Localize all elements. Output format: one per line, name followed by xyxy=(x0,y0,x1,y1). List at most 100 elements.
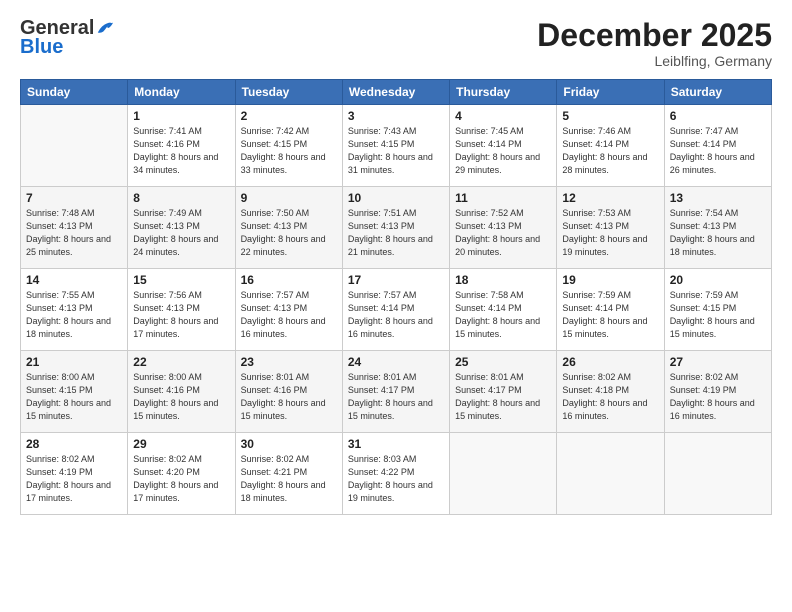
day-number: 5 xyxy=(562,109,658,123)
day-info: Sunrise: 8:01 AMSunset: 4:17 PMDaylight:… xyxy=(348,371,444,423)
day-info: Sunrise: 7:57 AMSunset: 4:13 PMDaylight:… xyxy=(241,289,337,341)
day-number: 7 xyxy=(26,191,122,205)
calendar-week-row: 1 Sunrise: 7:41 AMSunset: 4:16 PMDaylight… xyxy=(21,105,772,187)
day-number: 11 xyxy=(455,191,551,205)
calendar-cell: 24 Sunrise: 8:01 AMSunset: 4:17 PMDayligh… xyxy=(342,351,449,433)
day-info: Sunrise: 7:46 AMSunset: 4:14 PMDaylight:… xyxy=(562,125,658,177)
day-info: Sunrise: 8:02 AMSunset: 4:21 PMDaylight:… xyxy=(241,453,337,505)
header: General Blue December 2025 Leiblfing, Ge… xyxy=(20,18,772,69)
calendar-cell: 19 Sunrise: 7:59 AMSunset: 4:14 PMDayligh… xyxy=(557,269,664,351)
day-info: Sunrise: 7:43 AMSunset: 4:15 PMDaylight:… xyxy=(348,125,444,177)
logo-bird-icon xyxy=(96,19,114,37)
day-info: Sunrise: 8:02 AMSunset: 4:19 PMDaylight:… xyxy=(26,453,122,505)
day-info: Sunrise: 7:51 AMSunset: 4:13 PMDaylight:… xyxy=(348,207,444,259)
calendar-cell: 10 Sunrise: 7:51 AMSunset: 4:13 PMDayligh… xyxy=(342,187,449,269)
day-number: 30 xyxy=(241,437,337,451)
calendar-cell: 6Sunrise: 7:47 AMSunset: 4:14 PMDaylight… xyxy=(664,105,771,187)
calendar-cell: 20 Sunrise: 7:59 AMSunset: 4:15 PMDayligh… xyxy=(664,269,771,351)
logo-blue-text: Blue xyxy=(20,36,63,59)
calendar-cell: 18 Sunrise: 7:58 AMSunset: 4:14 PMDayligh… xyxy=(450,269,557,351)
day-number: 31 xyxy=(348,437,444,451)
day-info: Sunrise: 7:45 AMSunset: 4:14 PMDaylight:… xyxy=(455,125,551,177)
weekday-header-row: SundayMondayTuesdayWednesdayThursdayFrid… xyxy=(21,80,772,105)
calendar-cell: 31 Sunrise: 8:03 AMSunset: 4:22 PMDayligh… xyxy=(342,433,449,515)
calendar-cell: 7Sunrise: 7:48 AMSunset: 4:13 PMDaylight… xyxy=(21,187,128,269)
day-info: Sunrise: 7:49 AMSunset: 4:13 PMDaylight:… xyxy=(133,207,229,259)
day-number: 20 xyxy=(670,273,766,287)
day-number: 19 xyxy=(562,273,658,287)
day-info: Sunrise: 7:54 AMSunset: 4:13 PMDaylight:… xyxy=(670,207,766,259)
day-info: Sunrise: 8:02 AMSunset: 4:20 PMDaylight:… xyxy=(133,453,229,505)
day-number: 1 xyxy=(133,109,229,123)
day-number: 17 xyxy=(348,273,444,287)
day-number: 3 xyxy=(348,109,444,123)
day-info: Sunrise: 7:57 AMSunset: 4:14 PMDaylight:… xyxy=(348,289,444,341)
day-number: 12 xyxy=(562,191,658,205)
day-number: 2 xyxy=(241,109,337,123)
calendar-cell: 26Sunrise: 8:02 AMSunset: 4:18 PMDayligh… xyxy=(557,351,664,433)
day-number: 8 xyxy=(133,191,229,205)
day-info: Sunrise: 8:03 AMSunset: 4:22 PMDaylight:… xyxy=(348,453,444,505)
calendar-cell: 4Sunrise: 7:45 AMSunset: 4:14 PMDaylight… xyxy=(450,105,557,187)
day-info: Sunrise: 8:00 AMSunset: 4:15 PMDaylight:… xyxy=(26,371,122,423)
day-number: 15 xyxy=(133,273,229,287)
weekday-header-saturday: Saturday xyxy=(664,80,771,105)
day-info: Sunrise: 8:01 AMSunset: 4:16 PMDaylight:… xyxy=(241,371,337,423)
calendar-cell: 27Sunrise: 8:02 AMSunset: 4:19 PMDayligh… xyxy=(664,351,771,433)
calendar-week-row: 28 Sunrise: 8:02 AMSunset: 4:19 PMDayligh… xyxy=(21,433,772,515)
day-info: Sunrise: 7:53 AMSunset: 4:13 PMDaylight:… xyxy=(562,207,658,259)
calendar-cell xyxy=(450,433,557,515)
calendar-cell: 2Sunrise: 7:42 AMSunset: 4:15 PMDaylight… xyxy=(235,105,342,187)
day-number: 24 xyxy=(348,355,444,369)
day-info: Sunrise: 7:59 AMSunset: 4:15 PMDaylight:… xyxy=(670,289,766,341)
calendar-page: General Blue December 2025 Leiblfing, Ge… xyxy=(0,0,792,612)
day-number: 6 xyxy=(670,109,766,123)
calendar-cell: 15 Sunrise: 7:56 AMSunset: 4:13 PMDayligh… xyxy=(128,269,235,351)
day-number: 18 xyxy=(455,273,551,287)
calendar-cell: 13 Sunrise: 7:54 AMSunset: 4:13 PMDayligh… xyxy=(664,187,771,269)
calendar-cell: 17 Sunrise: 7:57 AMSunset: 4:14 PMDayligh… xyxy=(342,269,449,351)
day-info: Sunrise: 7:58 AMSunset: 4:14 PMDaylight:… xyxy=(455,289,551,341)
location: Leiblfing, Germany xyxy=(537,53,772,69)
day-number: 16 xyxy=(241,273,337,287)
calendar-cell xyxy=(21,105,128,187)
calendar-cell: 21Sunrise: 8:00 AMSunset: 4:15 PMDayligh… xyxy=(21,351,128,433)
weekday-header-wednesday: Wednesday xyxy=(342,80,449,105)
day-number: 28 xyxy=(26,437,122,451)
day-number: 29 xyxy=(133,437,229,451)
day-number: 26 xyxy=(562,355,658,369)
weekday-header-friday: Friday xyxy=(557,80,664,105)
day-info: Sunrise: 7:52 AMSunset: 4:13 PMDaylight:… xyxy=(455,207,551,259)
calendar-cell: 8 Sunrise: 7:49 AMSunset: 4:13 PMDaylight… xyxy=(128,187,235,269)
calendar-week-row: 14Sunrise: 7:55 AMSunset: 4:13 PMDayligh… xyxy=(21,269,772,351)
day-number: 13 xyxy=(670,191,766,205)
day-info: Sunrise: 8:00 AMSunset: 4:16 PMDaylight:… xyxy=(133,371,229,423)
day-number: 22 xyxy=(133,355,229,369)
calendar-cell: 11 Sunrise: 7:52 AMSunset: 4:13 PMDayligh… xyxy=(450,187,557,269)
day-number: 27 xyxy=(670,355,766,369)
calendar-table: SundayMondayTuesdayWednesdayThursdayFrid… xyxy=(20,79,772,515)
calendar-cell: 23 Sunrise: 8:01 AMSunset: 4:16 PMDayligh… xyxy=(235,351,342,433)
day-number: 10 xyxy=(348,191,444,205)
calendar-cell xyxy=(557,433,664,515)
day-info: Sunrise: 7:50 AMSunset: 4:13 PMDaylight:… xyxy=(241,207,337,259)
day-info: Sunrise: 7:56 AMSunset: 4:13 PMDaylight:… xyxy=(133,289,229,341)
weekday-header-thursday: Thursday xyxy=(450,80,557,105)
calendar-cell: 16 Sunrise: 7:57 AMSunset: 4:13 PMDayligh… xyxy=(235,269,342,351)
weekday-header-monday: Monday xyxy=(128,80,235,105)
day-info: Sunrise: 7:59 AMSunset: 4:14 PMDaylight:… xyxy=(562,289,658,341)
weekday-header-tuesday: Tuesday xyxy=(235,80,342,105)
day-number: 9 xyxy=(241,191,337,205)
logo: General Blue xyxy=(20,18,114,59)
day-number: 23 xyxy=(241,355,337,369)
weekday-header-sunday: Sunday xyxy=(21,80,128,105)
month-title: December 2025 xyxy=(537,18,772,53)
calendar-week-row: 21Sunrise: 8:00 AMSunset: 4:15 PMDayligh… xyxy=(21,351,772,433)
calendar-cell: 14Sunrise: 7:55 AMSunset: 4:13 PMDayligh… xyxy=(21,269,128,351)
day-info: Sunrise: 7:41 AMSunset: 4:16 PMDaylight:… xyxy=(133,125,229,177)
calendar-cell xyxy=(664,433,771,515)
title-area: December 2025 Leiblfing, Germany xyxy=(537,18,772,69)
calendar-cell: 28 Sunrise: 8:02 AMSunset: 4:19 PMDayligh… xyxy=(21,433,128,515)
calendar-cell: 25Sunrise: 8:01 AMSunset: 4:17 PMDayligh… xyxy=(450,351,557,433)
calendar-cell: 5 Sunrise: 7:46 AMSunset: 4:14 PMDaylight… xyxy=(557,105,664,187)
